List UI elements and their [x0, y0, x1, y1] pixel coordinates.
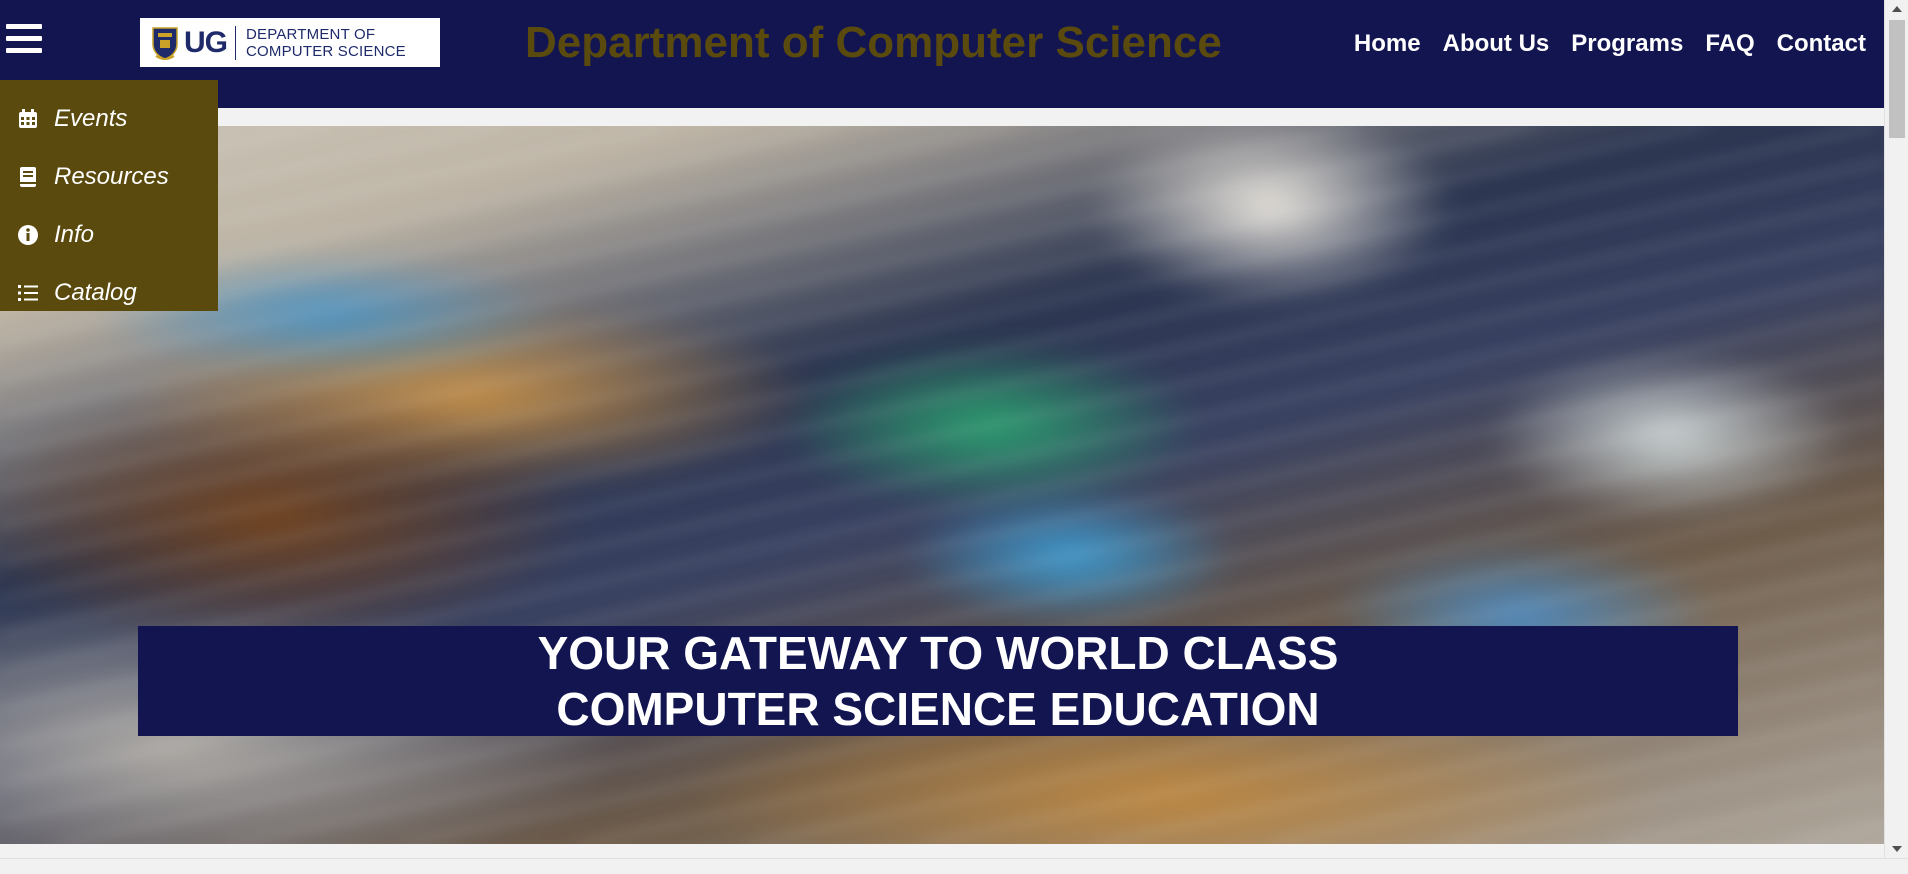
- logo-department-text: DEPARTMENT OF COMPUTER SCIENCE: [246, 26, 406, 60]
- nav-programs[interactable]: Programs: [1571, 30, 1683, 58]
- scroll-up-arrow-icon[interactable]: [1892, 6, 1902, 12]
- hero-tagline-line1: YOUR GATEWAY TO WORLD CLASS: [537, 627, 1339, 679]
- logo-dept-line2: COMPUTER SCIENCE: [246, 42, 406, 60]
- logo-dept-line1: DEPARTMENT OF: [246, 25, 376, 43]
- side-menu-item-events[interactable]: Events: [0, 90, 218, 148]
- site-header: UG DEPARTMENT OF COMPUTER SCIENCE Depart…: [0, 0, 1884, 108]
- side-menu-item-resources[interactable]: Resources: [0, 148, 218, 206]
- page-viewport: YOUR GATEWAY TO WORLD CLASS COMPUTER SCI…: [0, 0, 1884, 858]
- site-title: Department of Computer Science: [525, 18, 1222, 67]
- calendar-icon: [16, 107, 40, 131]
- list-icon: [16, 281, 40, 305]
- side-menu-item-catalog[interactable]: Catalog: [0, 264, 218, 322]
- logo-divider: [235, 25, 236, 60]
- nav-faq[interactable]: FAQ: [1705, 30, 1754, 58]
- top-navigation: Home About Us Programs FAQ Contact: [1354, 30, 1866, 58]
- hero-tagline-banner: YOUR GATEWAY TO WORLD CLASS COMPUTER SCI…: [138, 626, 1738, 736]
- scrollbar-thumb[interactable]: [1889, 20, 1905, 138]
- info-icon: [16, 223, 40, 247]
- side-menu-label-resources: Resources: [54, 163, 169, 190]
- side-menu-label-events: Events: [54, 105, 128, 132]
- book-icon: [16, 165, 40, 189]
- nav-home[interactable]: Home: [1354, 30, 1421, 58]
- hero-section: YOUR GATEWAY TO WORLD CLASS COMPUTER SCI…: [0, 126, 1884, 844]
- side-menu-label-catalog: Catalog: [54, 279, 137, 306]
- department-logo[interactable]: UG DEPARTMENT OF COMPUTER SCIENCE: [140, 18, 440, 67]
- nav-contact[interactable]: Contact: [1777, 30, 1866, 58]
- ug-crest-icon: [152, 26, 178, 60]
- hamburger-menu-icon[interactable]: [6, 22, 42, 56]
- hero-tagline-line2: COMPUTER SCIENCE EDUCATION: [556, 683, 1320, 735]
- vertical-scrollbar[interactable]: [1884, 0, 1908, 858]
- scroll-down-arrow-icon[interactable]: [1892, 846, 1902, 852]
- logo-ug-text: UG: [184, 25, 228, 59]
- side-menu: Events Resources Info Catalog: [0, 80, 218, 311]
- side-menu-item-info[interactable]: Info: [0, 206, 218, 264]
- nav-about-us[interactable]: About Us: [1443, 30, 1550, 58]
- side-menu-label-info: Info: [54, 221, 95, 248]
- horizontal-scrollbar[interactable]: [0, 858, 1908, 874]
